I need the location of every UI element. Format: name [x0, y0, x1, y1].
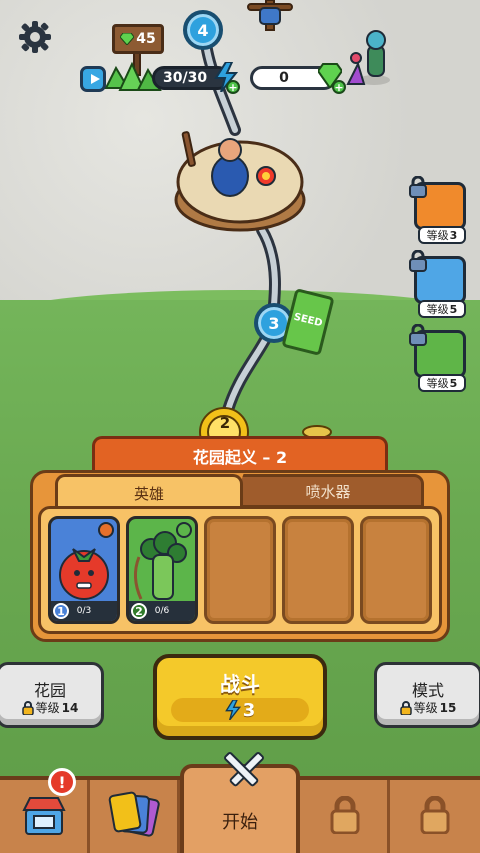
role-sword-icon — [98, 522, 114, 538]
nav-start[interactable]: 开始 — [180, 752, 300, 853]
reward-checklist[interactable]: 等级 5 — [409, 250, 468, 318]
crossed-swords-icon — [224, 752, 264, 787]
lock-icon — [409, 250, 427, 272]
scarecrow-icon — [247, 0, 293, 31]
gem-icon — [120, 33, 135, 45]
nav-start-label: 开始 — [222, 812, 258, 833]
shop-icon — [22, 797, 66, 835]
level-label: 等级 — [35, 701, 60, 715]
empty-hero-slot[interactable] — [204, 516, 276, 624]
nav-shop[interactable]: ! — [0, 768, 90, 853]
level-label: 等级 — [413, 701, 438, 715]
battle-button[interactable]: 战斗 3 — [153, 654, 327, 740]
reward-level-tag: 等级 3 — [418, 226, 466, 244]
level-node-number: 4 — [197, 20, 209, 40]
gem-sign[interactable]: 45 — [112, 24, 164, 54]
seed-pack-label: SEED — [292, 311, 324, 330]
tab-heroes[interactable]: 英雄 — [55, 474, 243, 510]
garden-level: 等级 14 — [0, 699, 101, 716]
lock-icon — [409, 324, 427, 346]
gear-icon[interactable] — [18, 20, 52, 54]
level-node-4[interactable]: 4 — [183, 10, 223, 50]
hero-level: 2 — [131, 603, 147, 619]
role-leaf-icon — [176, 522, 192, 538]
mode-level: 等级 15 — [377, 699, 479, 716]
mode-title: 模式 — [411, 681, 444, 700]
cards-icon — [108, 791, 160, 837]
level-value: 14 — [61, 700, 79, 715]
level-value: 3 — [449, 228, 458, 242]
sign-gem-count: 45 — [136, 31, 156, 47]
tomato-hero-icon — [59, 548, 109, 600]
empty-hero-slot[interactable] — [360, 516, 432, 624]
wizard-enemy-icon — [346, 30, 390, 85]
watch-video-button[interactable] — [80, 66, 106, 92]
nav-locked-1[interactable] — [300, 780, 390, 853]
battle-cost-value: 3 — [242, 699, 256, 721]
garden-button[interactable]: 花园 等级 14 — [0, 662, 104, 728]
nav-cards[interactable] — [90, 780, 180, 853]
energy-value: 30/30 — [163, 70, 208, 86]
empty-hero-slot[interactable] — [282, 516, 354, 624]
reward-level-tag: 等级 5 — [418, 300, 466, 318]
level-value: 5 — [449, 376, 458, 390]
lock-icon — [399, 700, 412, 715]
broccoli-hero-icon — [134, 531, 187, 600]
reward-gift[interactable]: 等级 3 — [409, 176, 468, 244]
level-label: 等级 — [426, 303, 449, 316]
mission-title: 花园起义 – 2 — [92, 436, 388, 472]
mode-button[interactable]: 模式 等级 15 — [374, 662, 480, 728]
level-value: 5 — [449, 302, 458, 316]
boss-platform[interactable] — [174, 120, 306, 238]
battle-cost: 3 — [171, 698, 309, 722]
hero-card-broccoli[interactable]: 2 0/6 — [126, 516, 198, 624]
level-value: 15 — [439, 700, 457, 715]
energy-bolt-icon — [224, 700, 241, 720]
nav-locked-2[interactable] — [390, 780, 480, 853]
add-gems-button[interactable]: + — [332, 80, 346, 94]
level-label: 等级 — [426, 377, 449, 390]
add-energy-button[interactable]: + — [226, 80, 240, 94]
lock-icon — [330, 796, 360, 834]
reward-ribbon-gift[interactable]: 等级 5 — [409, 324, 468, 392]
hero-level: 1 — [53, 603, 69, 619]
level-label: 等级 — [426, 229, 449, 242]
level-node-number: 3 — [268, 313, 280, 333]
gem-value: 0 — [279, 70, 289, 86]
hero-card-tomato[interactable]: 1 0/3 — [48, 516, 120, 624]
garden-title: 花园 — [33, 681, 66, 700]
lock-icon — [21, 700, 34, 715]
tab-sprinklers[interactable]: 喷水器 — [232, 474, 424, 508]
reward-level-tag: 等级 5 — [418, 374, 466, 392]
level-node-2: 2 — [219, 414, 231, 432]
lock-icon — [409, 176, 427, 198]
battle-title: 战斗 — [220, 672, 260, 696]
lock-icon — [420, 796, 450, 834]
shop-alert-badge: ! — [48, 768, 76, 796]
